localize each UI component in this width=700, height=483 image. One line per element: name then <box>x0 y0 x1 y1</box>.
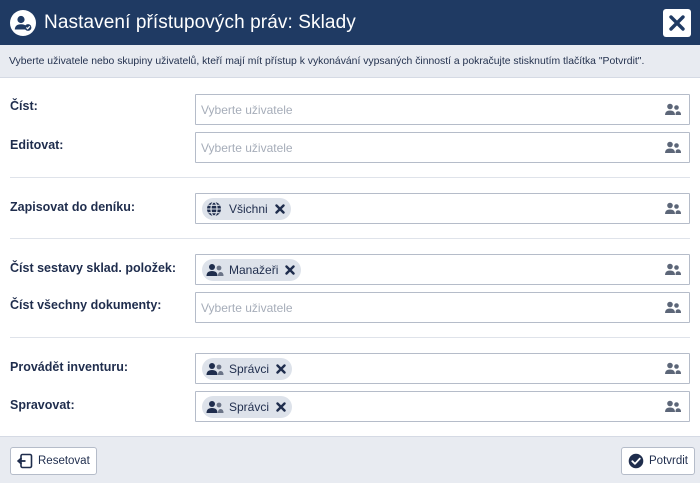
tag-manazeri: Manažeři <box>202 259 302 281</box>
row-label-inventura: Provádět inventuru: <box>10 360 129 374</box>
dialog-header: Nastavení přístupových práv: Sklady <box>0 0 700 45</box>
field-editovat[interactable]: Vyberte uživatele <box>195 132 690 163</box>
tag-vsichni: Všichni <box>202 198 291 220</box>
users-icon[interactable] <box>665 262 681 278</box>
reset-icon <box>17 453 33 469</box>
users-icon[interactable] <box>665 102 681 118</box>
users-icon[interactable] <box>665 300 681 316</box>
user-group-icon <box>206 264 224 276</box>
section-divider <box>10 238 690 239</box>
close-icon <box>669 15 685 31</box>
field-zapisovat[interactable]: Všichni <box>195 193 690 224</box>
row-label-editovat: Editovat: <box>10 138 64 152</box>
row-label-cist-dokumenty: Číst všechny dokumenty: <box>10 298 162 312</box>
row-label-spravovat: Spravovat: <box>10 398 75 412</box>
tag-spravci: Správci <box>202 358 293 380</box>
remove-tag-icon[interactable] <box>274 204 285 214</box>
users-icon[interactable] <box>665 361 681 377</box>
users-icon[interactable] <box>665 201 681 217</box>
confirm-button-label: Potvrdit <box>649 455 688 467</box>
tag-label: Správci <box>229 400 270 414</box>
field-placeholder: Vyberte uživatele <box>201 141 293 155</box>
reset-button-label: Resetovat <box>38 455 90 467</box>
confirm-button[interactable]: Potvrdit <box>621 447 695 475</box>
remove-tag-icon[interactable] <box>276 364 286 374</box>
users-icon[interactable] <box>665 399 681 415</box>
reset-button[interactable]: Resetovat <box>10 447 97 475</box>
remove-tag-icon[interactable] <box>276 402 286 412</box>
dialog-footer: Resetovat Potvrdit <box>0 436 700 483</box>
instructions-text: Vyberte uživatele nebo skupiny uživatelů… <box>0 45 700 78</box>
row-label-cist-sestavy: Číst sestavy sklad. položek: <box>10 261 177 275</box>
field-cist-sestavy[interactable]: Manažeři <box>195 254 690 285</box>
field-inventura[interactable]: Správci <box>195 353 690 384</box>
row-label-zapisovat: Zapisovat do deníku: <box>10 200 136 214</box>
dialog-title: Nastavení přístupových práv: Sklady <box>44 12 356 33</box>
tag-label: Všichni <box>229 202 268 216</box>
tag-label: Manažeři <box>229 263 279 277</box>
field-cist[interactable]: Vyberte uživatele <box>195 94 690 125</box>
row-label-cist: Číst: <box>10 99 38 113</box>
user-circle-icon <box>10 10 36 36</box>
field-placeholder: Vyberte uživatele <box>201 301 293 315</box>
field-placeholder: Vyberte uživatele <box>201 103 293 117</box>
user-group-icon <box>206 363 224 375</box>
field-cist-dokumenty[interactable]: Vyberte uživatele <box>195 292 690 323</box>
close-button[interactable] <box>663 9 691 37</box>
globe-icon <box>207 201 221 217</box>
section-divider <box>10 337 690 338</box>
section-divider <box>10 177 690 178</box>
remove-tag-icon[interactable] <box>285 265 296 275</box>
field-spravovat[interactable]: Správci <box>195 391 690 422</box>
tag-label: Správci <box>229 362 270 376</box>
check-circle-icon <box>628 453 644 469</box>
tag-spravci: Správci <box>202 396 293 418</box>
user-group-icon <box>206 401 224 413</box>
users-icon[interactable] <box>665 140 681 156</box>
